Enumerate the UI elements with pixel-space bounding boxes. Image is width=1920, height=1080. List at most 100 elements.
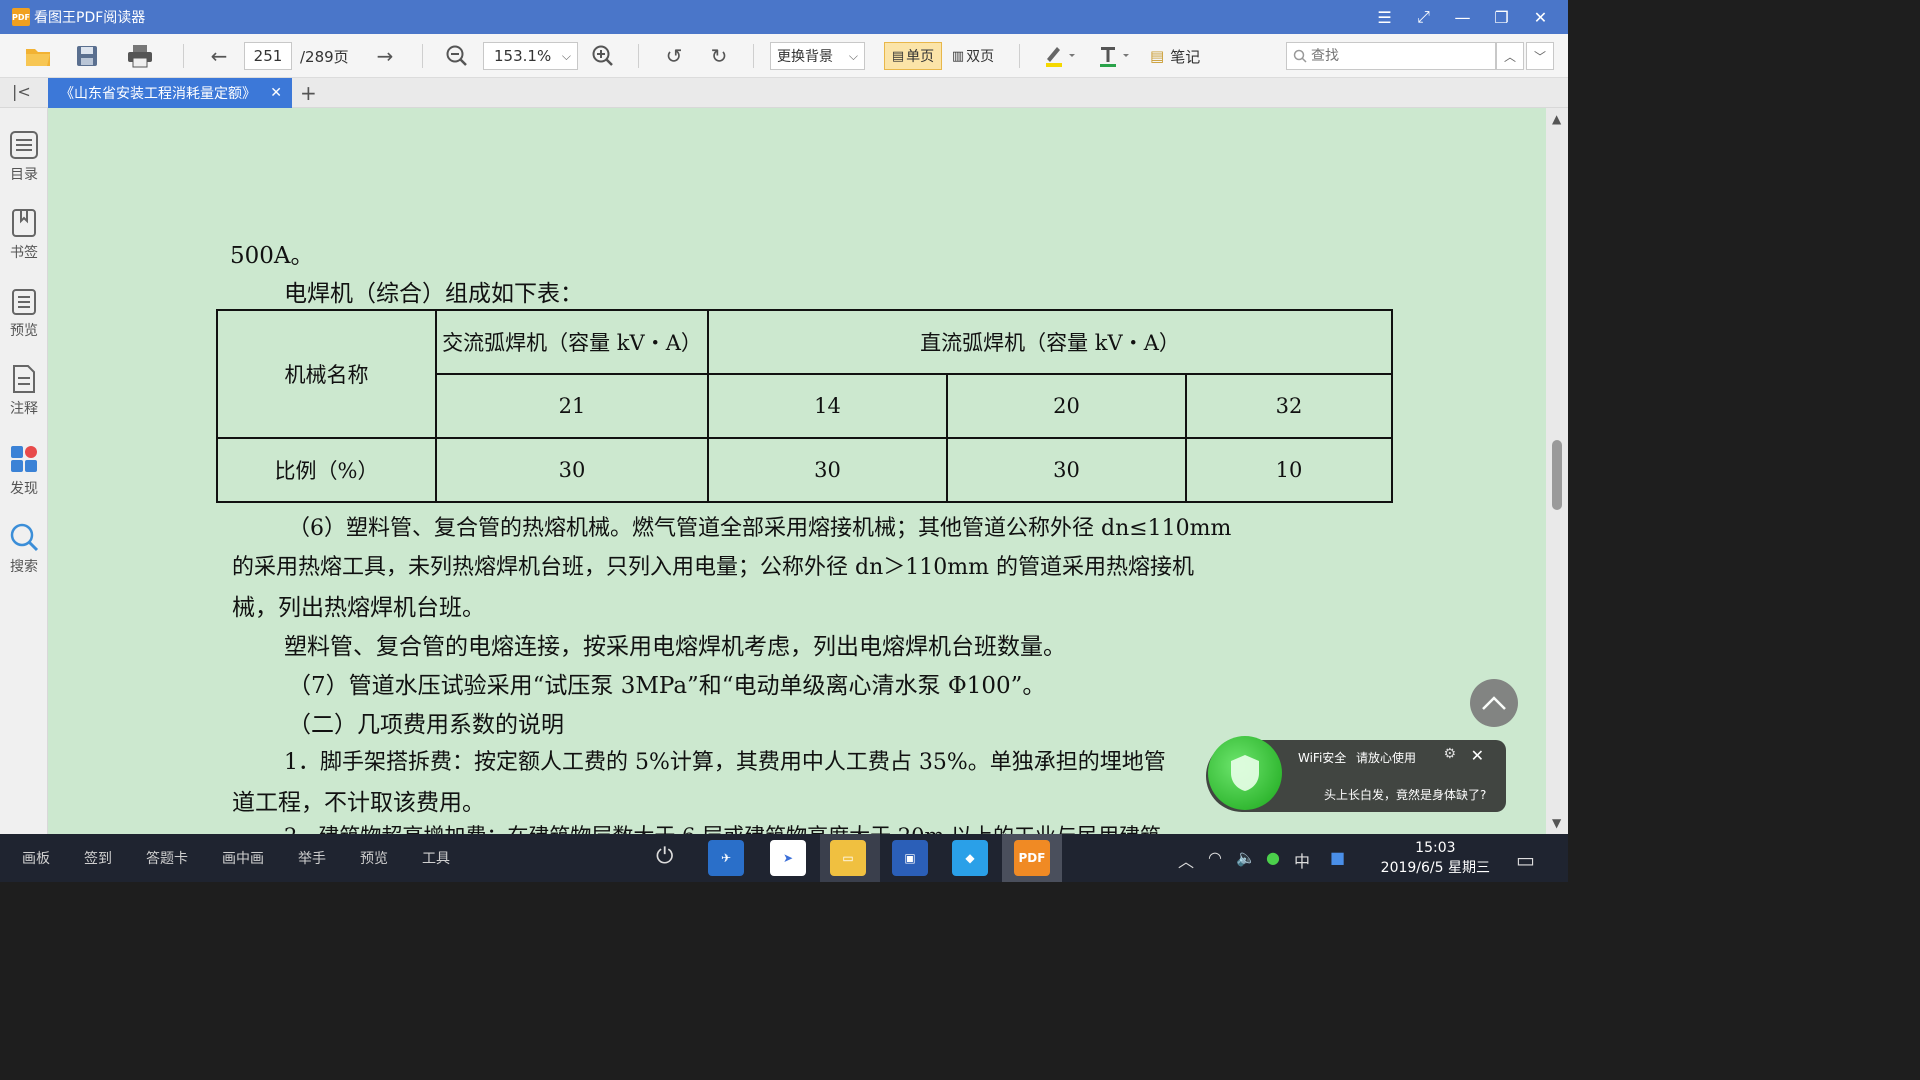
rotate-right-icon[interactable]: ↻ (702, 34, 736, 78)
close-button[interactable]: ✕ (1521, 8, 1560, 27)
taskbar-app-pdf-icon[interactable]: PDF (1014, 840, 1050, 876)
double-page-button[interactable]: ▥ 双页 (944, 42, 1002, 70)
table-header-cell: 直流弧焊机（容量 kV・A） (707, 309, 1393, 375)
menu-icon[interactable]: ☰ (1365, 8, 1404, 27)
power-icon[interactable]: ⏻ (656, 844, 673, 869)
separator (422, 44, 423, 68)
open-folder-icon[interactable] (20, 34, 56, 78)
taskbar-item-pip[interactable]: 画中画 (222, 848, 264, 868)
taskbar-item-answer-card[interactable]: 答题卡 (146, 848, 188, 868)
welder-table: 机械名称 交流弧焊机（容量 kV・A） 直流弧焊机（容量 kV・A） 21 14… (216, 309, 1393, 503)
doc-text-line: （7）管道水压试验采用“试压泵 3MPa”和“电动单级离心清水泵 Φ100”。 (288, 673, 1046, 699)
tab-bar: |< 《山东省安装工程消耗量定额》 ✕ + (0, 78, 1568, 108)
ime-indicator[interactable]: 中 (1294, 848, 1310, 872)
title-bar: PDF 看图王PDF阅读器 ☰ ⤢ — ❐ ✕ (0, 0, 1568, 34)
table-header-cell: 交流弧焊机（容量 kV・A） (435, 309, 709, 375)
notification-icon[interactable]: ▭ (1516, 848, 1535, 872)
search-next-button[interactable]: ﹀ (1526, 42, 1554, 70)
sidebar-item-label: 预览 (10, 323, 38, 339)
next-page-icon[interactable]: → (368, 34, 402, 78)
maximize-button[interactable]: ❐ (1482, 8, 1521, 27)
doc-text-line: 道工程，不计取该费用。 (232, 790, 485, 816)
sidebar-item-toc[interactable]: 目录 (0, 130, 48, 184)
sidebar-item-preview[interactable]: 预览 (0, 286, 48, 340)
sidebar-item-bookmark[interactable]: 书签 (0, 208, 48, 262)
user-tray-icon[interactable]: ■ (1330, 848, 1345, 867)
prev-page-icon[interactable]: ← (202, 34, 236, 78)
tab-label: 《山东省安装工程消耗量定额》 (60, 86, 256, 102)
sidebar-item-annotation[interactable]: 注释 (0, 364, 48, 418)
doc-text-line: 塑料管、复合管的电熔连接，按采用电熔焊机考虑，列出电熔焊机台班数量。 (284, 634, 1066, 660)
sidebar-item-search[interactable]: 搜索 (0, 522, 48, 576)
taskbar: 画板 签到 答题卡 画中画 举手 预览 工具 ⏻ ✈ ➤ ▭ ▣ ◆ PDF ︿… (0, 834, 1568, 882)
sidebar-item-discover[interactable]: 发现 (0, 444, 48, 498)
taskbar-clock[interactable]: 15:03 2019/6/5 星期三 (1381, 838, 1490, 878)
collapse-sidebar-icon[interactable]: |< (12, 82, 31, 101)
single-page-label: 单页 (906, 49, 935, 65)
taskbar-item-preview[interactable]: 预览 (360, 848, 388, 868)
page-number-input[interactable]: 251 (244, 42, 292, 70)
wifi-ad-text[interactable]: 头上长白发，竟然是身体缺了? (1324, 786, 1486, 803)
volume-icon[interactable]: 🔈 (1236, 848, 1256, 867)
taskbar-item-checkin[interactable]: 签到 (84, 848, 112, 868)
doc-text-line: 2．建筑物超高增加费：在建筑物层数大于 6 层或建筑物高度大于 20m 以上的工… (284, 820, 1161, 834)
taskbar-app-classin-icon[interactable]: ▣ (892, 840, 928, 876)
save-icon[interactable] (70, 34, 104, 78)
search-icon (1293, 49, 1307, 63)
document-viewport[interactable]: 500A。 电焊机（综合）组成如下表： 机械名称 交流弧焊机（容量 kV・A） … (48, 108, 1546, 834)
taskbar-item-tools[interactable]: 工具 (422, 848, 450, 868)
scroll-thumb[interactable] (1552, 440, 1562, 510)
table-cell: 14 (707, 373, 948, 439)
doc-text-line: 电焊机（综合）组成如下表： (284, 281, 583, 307)
taskbar-app-diamond-icon[interactable]: ◆ (952, 840, 988, 876)
scroll-up-icon[interactable]: ▲ (1552, 112, 1561, 126)
scroll-down-icon[interactable]: ▼ (1552, 816, 1561, 830)
gear-icon[interactable]: ⚙ (1443, 746, 1456, 762)
doc-text-line: （6）塑料管、复合管的热熔机械。燃气管道全部采用熔接机械；其他管道公称外径 dn… (288, 516, 1232, 541)
table-cell: 32 (1185, 373, 1393, 439)
app-logo-icon: PDF (12, 8, 30, 26)
single-page-button[interactable]: ▤ 单页 (884, 42, 942, 70)
shield-icon (1208, 736, 1282, 810)
chevron-up-icon (1482, 696, 1506, 710)
table-cell: 30 (435, 437, 709, 503)
fullscreen-icon[interactable]: ⤢ (1404, 7, 1443, 27)
new-tab-icon[interactable]: + (300, 81, 317, 105)
text-tool-icon[interactable] (1092, 34, 1134, 78)
wifi-title: WiFi安全 (1298, 751, 1347, 765)
notes-label: 笔记 (1170, 47, 1201, 66)
search-box[interactable] (1286, 42, 1496, 70)
close-tab-icon[interactable]: ✕ (270, 85, 282, 101)
tab-document[interactable]: 《山东省安装工程消耗量定额》 ✕ (48, 78, 292, 108)
taskbar-item-board[interactable]: 画板 (22, 848, 50, 868)
search-input[interactable] (1311, 48, 1481, 64)
clock-time: 15:03 (1415, 840, 1456, 856)
single-page-icon: ▤ (891, 48, 905, 64)
shield-tray-icon[interactable]: ● (1266, 848, 1280, 867)
notes-button[interactable]: ▤ 笔记 (1150, 42, 1200, 70)
search-icon (10, 523, 39, 552)
close-icon[interactable]: ✕ (1471, 746, 1484, 765)
zoom-out-icon[interactable] (440, 34, 474, 78)
taskbar-app-plane-icon[interactable]: ✈ (708, 840, 744, 876)
print-icon[interactable] (122, 34, 158, 78)
highlight-icon[interactable] (1038, 34, 1080, 78)
wifi-icon[interactable]: ◠ (1208, 848, 1222, 867)
annotation-icon (13, 365, 35, 393)
chevron-up-icon[interactable]: ︿ (1178, 848, 1194, 872)
taskbar-app-bird-icon[interactable]: ➤ (770, 840, 806, 876)
minimize-button[interactable]: — (1443, 8, 1482, 27)
note-icon: ▤ (1150, 47, 1165, 65)
table-cell: 20 (946, 373, 1187, 439)
taskbar-app-folder-icon[interactable]: ▭ (830, 840, 866, 876)
taskbar-item-raise-hand[interactable]: 举手 (298, 848, 326, 868)
zoom-select[interactable]: 153.1% ⌵ (483, 42, 578, 70)
rotate-left-icon[interactable]: ↺ (657, 34, 691, 78)
vertical-scrollbar[interactable]: ▲ ▼ (1546, 108, 1568, 834)
back-to-top-button[interactable] (1470, 679, 1518, 727)
separator (753, 44, 754, 68)
search-prev-button[interactable]: ︿ (1496, 42, 1524, 70)
zoom-in-icon[interactable] (586, 34, 620, 78)
table-row-label: 比例（%） (216, 437, 437, 503)
change-background-button[interactable]: 更换背景 ⌵ (770, 42, 865, 70)
